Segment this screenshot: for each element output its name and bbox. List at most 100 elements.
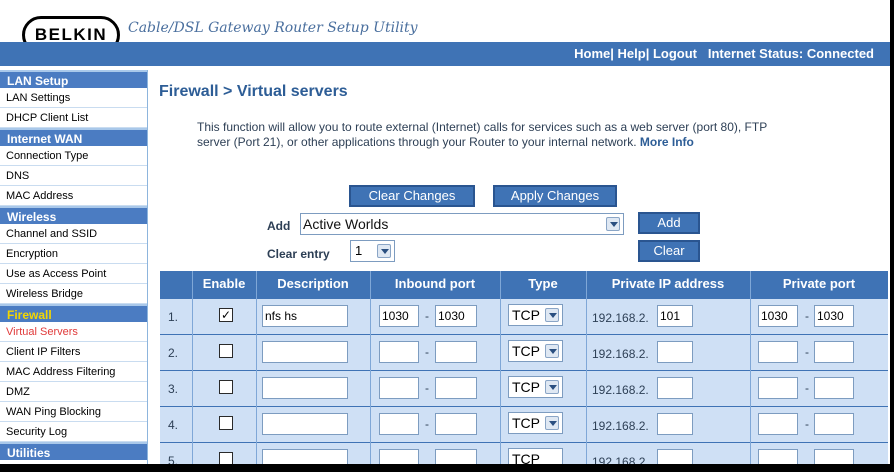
description-input[interactable] [262,449,348,464]
inbound-port-from-input[interactable] [379,341,419,363]
description-input[interactable]: nfs hs [262,305,348,327]
enable-checkbox[interactable] [219,452,233,464]
sidebar-item-virtual-servers[interactable]: Virtual Servers [0,322,147,342]
private-port-to-input[interactable] [814,377,854,399]
window-edge [890,0,894,472]
ip-prefix: 192.168.2. [592,383,649,397]
private-ip-last-input[interactable] [657,449,693,464]
type-select[interactable]: TCP [508,340,563,362]
inbound-port-to-input[interactable] [435,413,477,435]
private-port-to-input[interactable] [814,341,854,363]
sidebar-section-wireless[interactable]: Wireless [0,206,147,224]
sidebar-item-mac-filtering[interactable]: MAC Address Filtering [0,362,147,382]
internet-status-value: Connected [806,46,874,61]
col-header-type: Type [528,276,558,291]
virtual-servers-table: Enable Description Inbound port Type Pri… [160,271,888,464]
inbound-port-to-input[interactable]: 1030 [435,305,477,327]
sidebar-item-encryption[interactable]: Encryption [0,244,147,264]
private-port-from-input[interactable] [758,449,798,464]
app-tagline: Cable/DSL Gateway Router Setup Utility [128,20,418,36]
internet-status-label: Internet Status: [707,46,804,61]
column-divider [256,271,257,464]
sidebar-item-client-ip-filters[interactable]: Client IP Filters [0,342,147,362]
home-link[interactable]: Home [574,46,610,61]
sidebar-item-wan-ping-blocking[interactable]: WAN Ping Blocking [0,402,147,422]
add-button[interactable]: Add [638,212,700,234]
private-ip-last-input[interactable]: 101 [657,305,693,327]
sidebar-section-utilities[interactable]: Utilities [0,442,147,460]
private-ip-last-input[interactable] [657,341,693,363]
sidebar-item-wireless-bridge[interactable]: Wireless Bridge [0,284,147,304]
inbound-port-from-input[interactable] [379,449,419,464]
description-input[interactable] [262,377,348,399]
port-dash: - [805,345,809,359]
chevron-down-icon[interactable] [545,308,559,322]
type-select[interactable]: TCP [508,304,563,326]
separator: | [645,46,653,61]
sidebar-item-access-point[interactable]: Use as Access Point [0,264,147,284]
type-value: TCP [512,307,540,323]
page-title: Firewall > Virtual servers [159,83,348,100]
type-select[interactable]: TCP [508,412,563,434]
more-info-link[interactable]: More Info [640,135,694,149]
private-port-from-input[interactable] [758,377,798,399]
inbound-port-from-input[interactable]: 1030 [379,305,419,327]
clear-changes-button[interactable]: Clear Changes [349,185,475,207]
enable-checkbox[interactable] [219,380,233,394]
sidebar-item-security-log[interactable]: Security Log [0,422,147,442]
private-port-to-input[interactable] [814,449,854,464]
enable-checkbox[interactable] [219,416,233,430]
inbound-port-to-input[interactable] [435,341,477,363]
description-input[interactable] [262,413,348,435]
apply-changes-button[interactable]: Apply Changes [493,185,617,207]
sidebar-item-dmz[interactable]: DMZ [0,382,147,402]
inbound-port-from-input[interactable] [379,413,419,435]
type-value: TCP [512,379,540,395]
private-ip-last-input[interactable] [657,377,693,399]
chevron-down-icon[interactable] [606,217,620,231]
logout-link[interactable]: Logout [653,46,697,61]
sidebar-item-dns[interactable]: DNS [0,166,147,186]
clear-entry-value: 1 [355,243,363,258]
type-value: TCP [512,343,540,359]
inbound-port-to-input[interactable] [435,449,477,464]
type-select[interactable]: TCP [508,376,563,398]
sidebar-section-lan-setup[interactable]: LAN Setup [0,70,147,88]
private-port-from-input[interactable] [758,341,798,363]
table-row: 1. ✓ nfs hs 1030 - 1030 TCP 192.168.2. 1… [160,299,888,334]
private-port-from-input[interactable]: 1030 [758,305,798,327]
sidebar-section-internet-wan[interactable]: Internet WAN [0,128,147,146]
sidebar-item-lan-settings[interactable]: LAN Settings [0,88,147,108]
sidebar-section-firewall[interactable]: Firewall [0,304,147,322]
col-header-inbound-port: Inbound port [394,276,476,291]
enable-checkbox[interactable]: ✓ [219,308,233,322]
add-service-select[interactable]: Active Worlds [300,213,624,235]
clear-button[interactable]: Clear [638,240,700,262]
private-port-to-input[interactable]: 1030 [814,305,854,327]
add-label: Add [267,219,291,233]
inbound-port-from-input[interactable] [379,377,419,399]
sidebar-item-mac-address[interactable]: MAC Address [0,186,147,206]
clear-entry-select[interactable]: 1 [350,240,395,262]
description-input[interactable] [262,341,348,363]
private-port-from-input[interactable] [758,413,798,435]
private-port-to-input[interactable] [814,413,854,435]
sidebar-item-channel-ssid[interactable]: Channel and SSID [0,224,147,244]
port-dash: - [805,309,809,323]
separator: | [610,46,618,61]
chevron-down-icon[interactable] [545,380,559,394]
sidebar-item-connection-type[interactable]: Connection Type [0,146,147,166]
chevron-down-icon[interactable] [377,244,391,258]
private-ip-last-input[interactable] [657,413,693,435]
enable-checkbox[interactable] [219,344,233,358]
sidebar-item-dhcp-client-list[interactable]: DHCP Client List [0,108,147,128]
inbound-port-to-input[interactable] [435,377,477,399]
type-select[interactable]: TCP [508,448,563,464]
port-dash: - [805,417,809,431]
chevron-down-icon[interactable] [545,416,559,430]
window-edge [0,464,894,472]
help-link[interactable]: Help [618,46,646,61]
column-divider [586,271,587,464]
col-header-private-port: Private port [782,276,856,291]
chevron-down-icon[interactable] [545,344,559,358]
